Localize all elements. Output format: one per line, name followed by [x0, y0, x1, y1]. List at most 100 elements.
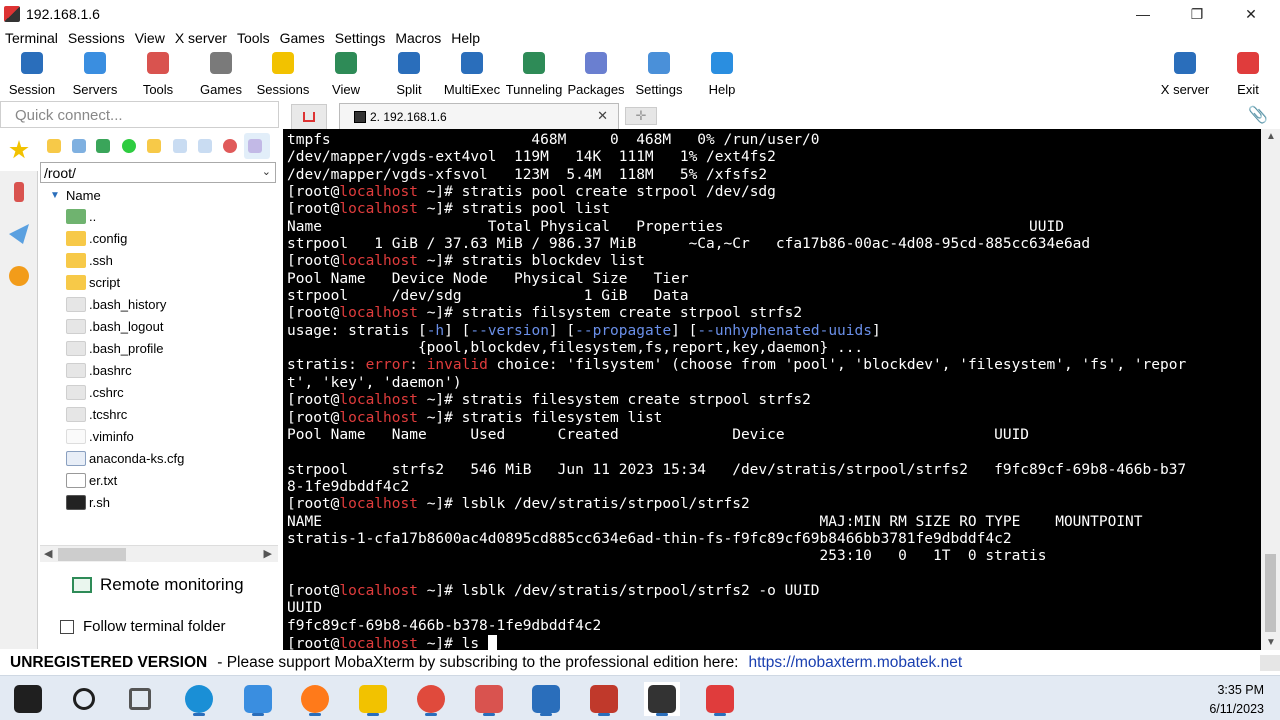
file-list-item[interactable]: .bash_logout — [40, 315, 280, 337]
taskbar-app-button[interactable] — [471, 682, 507, 716]
up-folder-icon[interactable] — [47, 139, 61, 153]
sidebar-tab-macros[interactable] — [0, 213, 38, 255]
taskbar-firefox-button[interactable] — [297, 682, 333, 716]
home-icon — [303, 112, 315, 122]
toolbar-tools-button[interactable]: Tools — [126, 49, 190, 99]
scroll-right-icon[interactable]: ▶ — [264, 547, 272, 560]
paperclip-icon[interactable]: 📎 — [1248, 105, 1268, 125]
new-folder-icon[interactable] — [147, 139, 161, 153]
taskbar-control-panel-button[interactable] — [240, 682, 276, 716]
toolbar-help-button[interactable]: Help — [690, 49, 754, 99]
toolbar-exit-button[interactable]: Exit — [1216, 49, 1280, 99]
file-name: script — [89, 274, 121, 290]
mobatek-link[interactable]: https://mobaxterm.mobatek.net — [749, 654, 963, 672]
menu-macros[interactable]: Macros — [390, 30, 446, 46]
file-list-item[interactable]: .config — [40, 227, 280, 249]
home-tab[interactable] — [291, 104, 327, 129]
menu-x-server[interactable]: X server — [170, 30, 232, 46]
toolbar-split-button[interactable]: Split — [377, 49, 441, 99]
toolbar-tunneling-button[interactable]: Tunneling — [502, 49, 566, 99]
menu-settings[interactable]: Settings — [330, 30, 391, 46]
taskbar-search-button[interactable] — [66, 682, 102, 716]
refresh-icon[interactable] — [122, 139, 136, 153]
sidebar-tab-tools[interactable] — [0, 171, 38, 213]
quick-connect-input[interactable]: Quick connect... — [0, 101, 279, 128]
taskbar-task-view-button[interactable] — [122, 682, 158, 716]
sidebar-tab-sessions[interactable] — [0, 129, 38, 171]
taskbar-virtualbox-button[interactable] — [528, 682, 564, 716]
file-list-item[interactable]: anaconda-ks.cfg — [40, 447, 280, 469]
download-icon[interactable] — [72, 139, 86, 153]
menu-terminal[interactable]: Terminal — [0, 30, 63, 46]
checkbox-box[interactable] — [60, 619, 74, 634]
terminal-output[interactable]: tmpfs 468M 0 468M 0% /run/user/0/dev/map… — [283, 129, 1261, 650]
toolbar-settings-button[interactable]: Settings — [627, 49, 691, 99]
remote-monitoring-button[interactable]: Remote monitoring — [72, 575, 244, 595]
file-list-item[interactable]: er.txt — [40, 469, 280, 491]
file-list-item[interactable]: r.sh — [40, 491, 280, 513]
tab-session-2[interactable]: 2. 192.168.1.6 ✕ — [339, 103, 619, 130]
scrollbar-thumb[interactable] — [1265, 554, 1276, 632]
toolbar-session-button[interactable]: Session — [0, 49, 64, 99]
follow-terminal-folder-checkbox[interactable]: Follow terminal folder — [60, 618, 226, 635]
path-select[interactable]: /root/ ⌄ — [40, 162, 276, 183]
toolbar-packages-button[interactable]: Packages — [564, 49, 628, 99]
toolbar-view-button-label: View — [332, 82, 360, 97]
new-file-icon[interactable] — [173, 139, 187, 153]
sidebar-tab-sftp[interactable] — [0, 255, 38, 297]
maximize-button[interactable]: ❐ — [1170, 0, 1224, 28]
taskbar-windows-start-button[interactable] — [10, 682, 46, 716]
name-column-header[interactable]: ▼ Name — [40, 185, 280, 205]
file-icon — [66, 384, 86, 400]
menu-view[interactable]: View — [130, 30, 170, 46]
copy-icon[interactable] — [198, 139, 212, 153]
toolbar-servers-button[interactable]: Servers — [63, 49, 127, 99]
toggle-hidden-icon[interactable] — [244, 133, 270, 159]
minimize-button[interactable]: — — [1116, 0, 1170, 28]
file-list-item[interactable]: .bash_history — [40, 293, 280, 315]
file-list-item[interactable]: .tcshrc — [40, 403, 280, 425]
close-button[interactable]: ✕ — [1224, 0, 1278, 28]
horizontal-scrollbar[interactable]: ◀ ▶ — [40, 545, 278, 562]
file-list-item[interactable]: .. — [40, 205, 280, 227]
vertical-scrollbar[interactable]: ▲ ▼ — [1261, 129, 1280, 650]
taskbar-app-button[interactable] — [586, 682, 622, 716]
scroll-left-icon[interactable]: ◀ — [44, 547, 52, 560]
close-tab-icon[interactable]: ✕ — [597, 108, 608, 124]
taskbar-vivaldi-button[interactable] — [702, 682, 738, 716]
file-list-item[interactable]: .bash_profile — [40, 337, 280, 359]
toolbar-games-button-label: Games — [200, 82, 242, 97]
toolbar-sessions-button[interactable]: Sessions — [251, 49, 315, 99]
taskbar-chrome-button[interactable] — [413, 682, 449, 716]
delete-icon[interactable] — [223, 139, 237, 153]
file-list-item[interactable]: .ssh — [40, 249, 280, 271]
file-browser: ▼ Name .. .config .ssh script .bash_history .b… — [40, 185, 280, 545]
file-list-item[interactable]: .viminfo — [40, 425, 280, 447]
file-list-item[interactable]: .bashrc — [40, 359, 280, 381]
menu-games[interactable]: Games — [275, 30, 330, 46]
toolbar-view-button[interactable]: View — [314, 49, 378, 99]
toolbar-games-button[interactable]: Games — [189, 49, 253, 99]
upload-icon[interactable] — [96, 139, 110, 153]
menu-sessions[interactable]: Sessions — [63, 30, 130, 46]
file-list-item[interactable]: script — [40, 271, 280, 293]
new-tab-button[interactable]: ✛ — [625, 107, 657, 125]
system-clock[interactable]: 3:35 PM 6/11/2023 — [1209, 681, 1264, 719]
menu-help[interactable]: Help — [446, 30, 485, 46]
menu-tools[interactable]: Tools — [232, 30, 275, 46]
taskbar-file-explorer-button[interactable] — [355, 682, 391, 716]
file-name: .bashrc — [89, 362, 132, 378]
app-icon — [475, 685, 503, 713]
scroll-up-icon[interactable]: ▲ — [1266, 131, 1276, 142]
help-icon — [711, 52, 733, 74]
taskbar-edge-button[interactable] — [181, 682, 217, 716]
scrollbar-thumb[interactable] — [58, 548, 126, 561]
scroll-down-icon[interactable]: ▼ — [1266, 637, 1276, 648]
toolbar-multiexec-button[interactable]: MultiExec — [440, 49, 504, 99]
taskbar-mobaxterm-button[interactable] — [644, 682, 680, 716]
toolbar-xserver-button[interactable]: X server — [1153, 49, 1217, 99]
file-list-item[interactable]: .cshrc — [40, 381, 280, 403]
windows-start-icon — [14, 685, 42, 713]
view-icon — [335, 52, 357, 74]
status-end-button[interactable] — [1260, 655, 1280, 671]
